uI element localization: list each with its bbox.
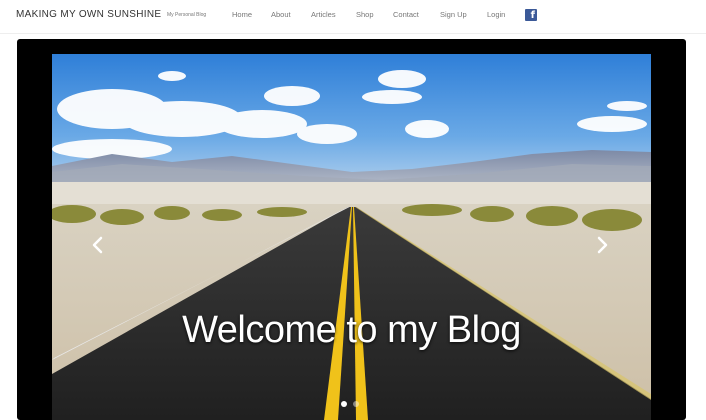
road-landscape-image [52,54,651,420]
nav-home-link[interactable]: Home [232,10,252,19]
hero-caption: Welcome to my Blog [182,309,521,351]
site-title[interactable]: MAKING MY OWN SUNSHINE [16,9,161,20]
hero-slide-image: Welcome to my Blog [52,54,651,420]
slider-prev-button[interactable] [90,232,104,258]
nav-contact-link[interactable]: Contact [393,10,419,19]
chevron-right-icon [597,236,608,254]
nav-about-link[interactable]: About [271,10,291,19]
nav-sign-up-link[interactable]: Sign Up [440,10,467,19]
facebook-icon[interactable]: f [525,9,537,21]
top-navigation-bar: MAKING MY OWN SUNSHINE My Personal Blog … [0,0,706,34]
slider-pagination [339,400,367,408]
slide-dot[interactable] [353,401,359,407]
nav-articles-link[interactable]: Articles [311,10,336,19]
site-tagline: My Personal Blog [167,12,207,18]
nav-shop-link[interactable]: Shop [356,10,374,19]
chevron-left-icon [92,236,103,254]
nav-login-link[interactable]: Login [487,10,505,19]
slider-next-button[interactable] [596,232,610,258]
slide-dot-active[interactable] [341,401,347,407]
